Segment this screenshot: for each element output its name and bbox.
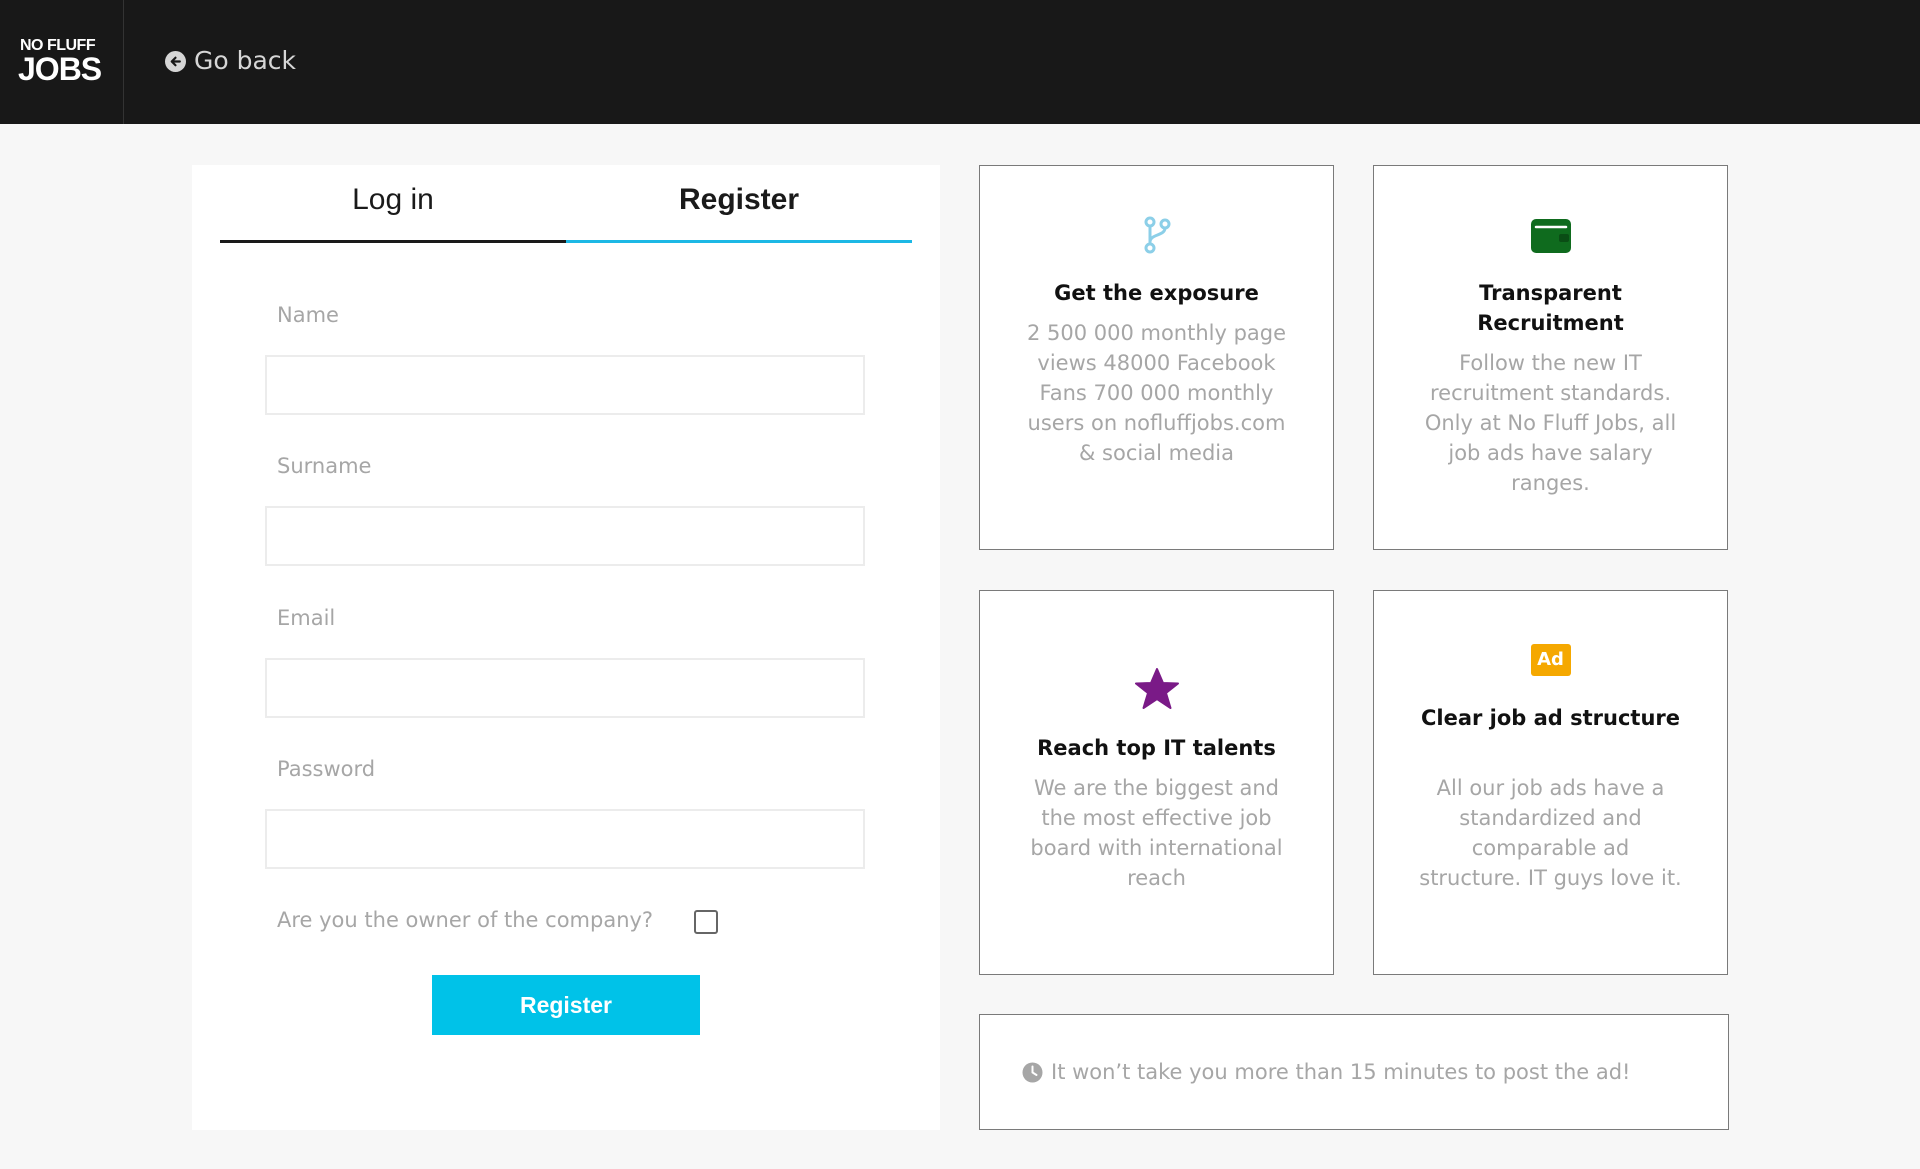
auth-tabs: Log in Register [220, 165, 912, 243]
feature-text: 2 500 000 monthly page views 48000 Faceb… [1026, 321, 1287, 465]
feature-text: Follow the new IT recruitment standards.… [1424, 351, 1677, 495]
password-input[interactable] [265, 809, 865, 869]
feature-card-transparent-recruitment: Transparent Recruitment Follow the new I… [1373, 165, 1728, 550]
star-icon [980, 668, 1333, 710]
arrow-left-circle-icon [165, 50, 186, 72]
feature-title: Transparent Recruitment [1477, 281, 1624, 335]
logo-text-bottom: JOBS [18, 51, 102, 87]
feature-text: We are the biggest and the most effectiv… [1030, 776, 1283, 890]
feature-title: Reach top IT talents [1037, 736, 1276, 760]
password-label: Password [277, 757, 376, 781]
clock-icon [1022, 1062, 1043, 1083]
register-button[interactable]: Register [432, 975, 700, 1035]
feature-text: All our job ads have a standardized and … [1419, 776, 1682, 890]
name-input[interactable] [265, 355, 865, 415]
nofluffjobs-logo[interactable]: NO FLUFF JOBS [0, 0, 124, 124]
auth-panel: Log in Register Name Surname Email Passw… [192, 165, 940, 1130]
surname-input[interactable] [265, 506, 865, 566]
tab-register[interactable]: Register [566, 165, 912, 243]
email-label: Email [277, 606, 336, 630]
feature-card-top-talents: Reach top IT talents We are the biggest … [979, 590, 1334, 975]
tab-login[interactable]: Log in [220, 165, 566, 243]
feature-card-exposure: Get the exposure 2 500 000 monthly page … [979, 165, 1334, 550]
note-text: It won’t take you more than 15 minutes t… [1051, 1060, 1631, 1084]
company-owner-label: Are you the owner of the company? [277, 908, 654, 932]
posting-time-note: It won’t take you more than 15 minutes t… [979, 1014, 1729, 1130]
email-input[interactable] [265, 658, 865, 718]
feature-card-clear-structure: Ad Clear job ad structure All our job ad… [1373, 590, 1728, 975]
top-bar: NO FLUFF JOBS Go back [0, 0, 1920, 124]
name-label: Name [277, 303, 339, 327]
surname-label: Surname [277, 454, 372, 478]
ad-icon-label: Ad [1530, 644, 1571, 676]
wallet-icon [1374, 219, 1727, 253]
company-owner-checkbox[interactable] [694, 910, 718, 934]
go-back-label: Go back [194, 46, 297, 75]
branch-icon [980, 215, 1333, 255]
feature-title: Get the exposure [1054, 281, 1259, 305]
ad-icon: Ad [1374, 644, 1727, 676]
go-back-link[interactable]: Go back [165, 46, 296, 76]
feature-title: Clear job ad structure [1420, 706, 1681, 730]
